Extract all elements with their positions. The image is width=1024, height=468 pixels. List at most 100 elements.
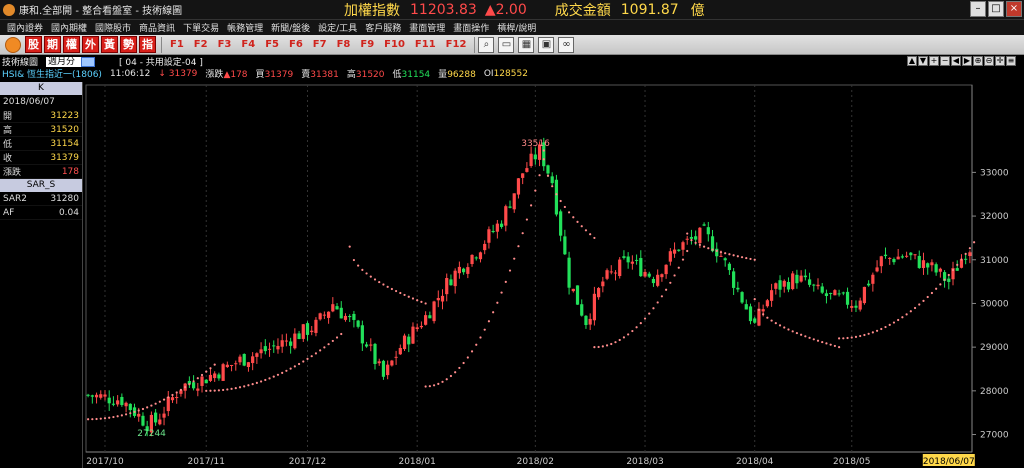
candle-body [812, 284, 816, 286]
function-key-button[interactable]: F6 [289, 39, 303, 50]
menu-item[interactable]: 畫面管理 [409, 21, 445, 34]
quick-button[interactable]: 期 [44, 36, 61, 53]
home-logo-icon[interactable] [5, 36, 21, 53]
menu-item[interactable]: 客戶服務 [365, 21, 401, 34]
arrow-down-icon[interactable]: ▼ [918, 56, 928, 66]
quick-button[interactable]: 權 [63, 36, 80, 53]
function-key-button[interactable]: F10 [384, 39, 405, 50]
function-key-button[interactable]: F11 [415, 39, 436, 50]
menu-item[interactable]: 帳務管理 [227, 21, 263, 34]
menu-item[interactable]: 設定/工具 [318, 21, 357, 34]
minus-icon[interactable]: − [940, 56, 950, 66]
window-icon[interactable]: ▣ [538, 36, 555, 53]
sar-dot [314, 352, 318, 355]
period-select[interactable]: 週月分 [46, 56, 82, 67]
zoom-out-icon[interactable]: ⊖ [984, 56, 994, 66]
chart-area[interactable]: 27000 28000 29000 30000 31000 32000 33000 2017/… [84, 82, 1024, 468]
sar-dot [964, 252, 967, 256]
function-key-button[interactable]: F9 [360, 39, 374, 50]
sar-dot [930, 291, 934, 295]
function-key-button[interactable]: F4 [241, 39, 255, 50]
open-row: 開 31223 [0, 109, 82, 123]
zoom-in-icon[interactable]: ⊕ [973, 56, 983, 66]
function-key-button[interactable]: F12 [446, 39, 467, 50]
display-icon[interactable]: ▭ [498, 36, 515, 53]
function-key-button[interactable]: F3 [218, 39, 232, 50]
candlestick-chart[interactable]: 27000 28000 29000 30000 31000 32000 33000 2017/… [84, 82, 1024, 468]
settings-icon[interactable]: ≡ [1006, 56, 1016, 66]
function-key-button[interactable]: F2 [194, 39, 208, 50]
sar-dot [648, 312, 651, 315]
quick-button[interactable]: 指 [139, 36, 156, 53]
sar-dot [327, 343, 330, 346]
candle-body [326, 311, 331, 318]
menu-item[interactable]: 國際股市 [95, 21, 131, 34]
menu-item[interactable]: 畫面操作 [453, 21, 489, 34]
arrow-up-icon[interactable]: ▲ [907, 56, 917, 66]
x-tick-label: 2017/10 [86, 457, 124, 467]
sar-dot [441, 380, 444, 383]
quick-button[interactable]: 勢 [120, 36, 137, 53]
candle-body [694, 236, 698, 240]
sar-dot [639, 322, 642, 325]
candle-body [289, 341, 293, 346]
close-icon[interactable]: × [1006, 1, 1022, 17]
symbol-label[interactable]: HSI& 恆生指近一(1806) [2, 67, 102, 80]
candle-body [656, 274, 660, 286]
candle-body [791, 273, 795, 290]
sar-dot [192, 380, 195, 383]
function-key-button[interactable]: F8 [337, 39, 351, 50]
sar-dot [563, 205, 566, 209]
candle-body [677, 249, 681, 251]
menu-item[interactable]: 商品資訊 [139, 21, 175, 34]
sar-dot [162, 398, 166, 401]
quick-button[interactable]: 黃 [101, 36, 118, 53]
menu-item[interactable]: 國內期權 [51, 21, 87, 34]
candle-body [335, 306, 339, 310]
menu-item[interactable]: 國內證券 [7, 21, 43, 34]
panel-date: 2018/06/07 [3, 97, 55, 107]
sar-dot [774, 322, 777, 325]
candle-body [926, 263, 930, 268]
candle-body [263, 346, 267, 352]
minimize-icon[interactable]: – [970, 1, 986, 17]
candle-body [938, 268, 942, 272]
sar-dot [833, 344, 836, 348]
quick-button[interactable]: 外 [82, 36, 99, 53]
sar-dot [129, 412, 132, 415]
menu-item[interactable]: 槓桿/說明 [497, 21, 536, 34]
candle-body [643, 271, 647, 277]
function-key-button[interactable]: F7 [313, 39, 327, 50]
candle-body [466, 267, 470, 274]
candle-body [436, 298, 440, 301]
candle-body [314, 319, 318, 333]
change-value: 178 [61, 166, 79, 177]
open-value: 31223 [50, 110, 79, 121]
menu-item[interactable]: 新聞/盤後 [271, 21, 310, 34]
plus-icon[interactable]: + [929, 56, 939, 66]
menu-item[interactable]: 下單交易 [183, 21, 219, 34]
candle-body [360, 325, 364, 344]
search-icon[interactable]: ⌕ [478, 36, 495, 53]
candle-body [702, 224, 706, 226]
candle-body [968, 252, 972, 257]
scroll-left-icon[interactable]: ◀ [951, 56, 961, 66]
function-key-button[interactable]: F1 [170, 39, 184, 50]
candle-body [331, 304, 335, 312]
link-icon[interactable]: ∞ [558, 36, 575, 53]
candle-body [664, 264, 668, 275]
grid-icon[interactable]: ▦ [518, 36, 535, 53]
chart-tool-icons: ▲ ▼ + − ◀ ▶ ⊕ ⊖ ✛ ≡ [907, 56, 1016, 66]
scroll-right-icon[interactable]: ▶ [962, 56, 972, 66]
period-dropdown-icon[interactable] [81, 56, 96, 67]
quick-button[interactable]: 股 [25, 36, 42, 53]
candle-body [824, 293, 829, 296]
sar-dot [171, 393, 174, 397]
candle-body [580, 304, 584, 316]
sar-dot [369, 275, 372, 278]
sar-dot [361, 268, 364, 271]
maximize-icon[interactable]: □ [988, 1, 1004, 17]
crosshair-icon[interactable]: ✛ [995, 56, 1005, 66]
sar-dot [348, 245, 351, 248]
function-key-button[interactable]: F5 [265, 39, 279, 50]
